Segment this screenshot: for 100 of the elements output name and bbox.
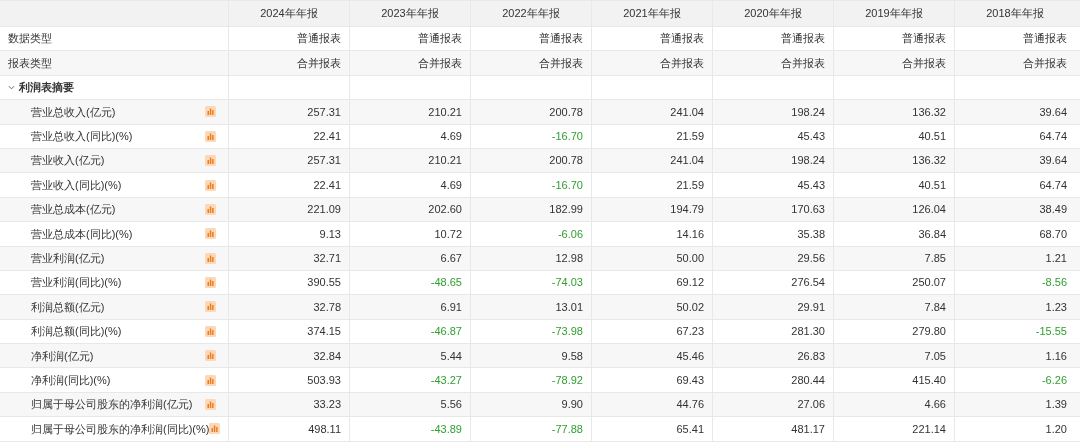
table-cell-text: -15.55: [1035, 324, 1067, 340]
table-cell-text: 374.15: [307, 324, 341, 340]
table-cell-text: 7.85: [924, 250, 946, 266]
table-cell-text: 202.60: [428, 202, 462, 218]
table-cell-text: 36.84: [918, 226, 946, 242]
bar-chart-icon[interactable]: [205, 350, 216, 362]
table-cell-text: 1.20: [1045, 421, 1067, 437]
table-cell-text: 136.32: [912, 153, 946, 169]
row-label: 营业收入(亿元): [31, 153, 105, 169]
chevron-icon: [8, 83, 15, 91]
table-cell-text: 198.24: [791, 153, 825, 169]
table-cell-text: 普通报表: [660, 31, 704, 47]
table-cell-text: 合并报表: [781, 55, 825, 71]
bar-chart-icon[interactable]: [205, 399, 216, 411]
column-header: 2023年年报: [381, 6, 439, 22]
table-cell-text: 257.31: [307, 104, 341, 120]
table-cell-text: -77.88: [551, 421, 583, 437]
table-cell-text: 普通报表: [902, 31, 946, 47]
table-cell-text: 68.70: [1039, 226, 1067, 242]
bar-chart-icon[interactable]: [205, 301, 216, 313]
bar-chart-icon[interactable]: [205, 106, 216, 118]
table-cell-text: 221.14: [912, 421, 946, 437]
table-cell-text: 182.99: [549, 202, 583, 218]
table-cell-text: -46.87: [430, 324, 462, 340]
table-cell-text: 170.63: [791, 202, 825, 218]
table-cell-text: 普通报表: [418, 31, 462, 47]
table-cell-text: 29.56: [797, 250, 825, 266]
table-cell-text: -6.06: [557, 226, 583, 242]
table-cell-text: 69.43: [676, 372, 704, 388]
table-cell-text: 210.21: [428, 104, 462, 120]
table-cell-text: 1.16: [1045, 348, 1067, 364]
table-cell-text: 210.21: [428, 153, 462, 169]
row-label: 利润总额(同比)(%): [31, 324, 122, 340]
row-label: 营业利润(亿元): [31, 250, 105, 266]
table-cell-text: -73.98: [551, 324, 583, 340]
table-cell-text: 合并报表: [539, 55, 583, 71]
table-cell-text: 5.44: [440, 348, 462, 364]
bar-chart-icon[interactable]: [205, 277, 216, 289]
table-cell-text: 136.32: [912, 104, 946, 120]
bar-chart-icon[interactable]: [205, 179, 216, 191]
row-label: 营业利润(同比)(%): [31, 275, 122, 291]
table-cell-text: 26.83: [797, 348, 825, 364]
table-cell-text: 50.00: [676, 250, 704, 266]
table-cell-text: -43.27: [430, 372, 462, 388]
table-cell-text: 21.59: [676, 177, 704, 193]
table-cell-text: 241.04: [670, 104, 704, 120]
bar-chart-icon[interactable]: [205, 252, 216, 264]
table-cell-text: 32.71: [313, 250, 341, 266]
column-header: 2018年年报: [986, 6, 1044, 22]
bar-chart-icon[interactable]: [205, 325, 216, 337]
table-cell-text: 35.38: [797, 226, 825, 242]
table-cell-text: 64.74: [1039, 129, 1067, 144]
row-label: 数据类型: [8, 31, 52, 47]
table-cell-text: 67.23: [676, 324, 704, 340]
bar-chart-icon[interactable]: [205, 130, 216, 142]
table-cell-text: 194.79: [670, 202, 704, 218]
table-cell-text: 合并报表: [297, 55, 341, 71]
table-cell-text: -48.65: [430, 275, 462, 291]
table-cell-text: 9.13: [319, 226, 341, 242]
table-cell-text: 481.17: [791, 421, 825, 437]
bar-chart-icon[interactable]: [205, 228, 216, 240]
table-cell-text: 合并报表: [418, 55, 462, 71]
table-cell-text: 29.91: [797, 299, 825, 315]
table-cell-text: -78.92: [551, 372, 583, 388]
table-cell-text: -16.70: [551, 177, 583, 193]
bar-chart-icon[interactable]: [205, 203, 216, 215]
section-toggle[interactable]: 利润表摘要: [0, 75, 228, 100]
table-cell-text: 普通报表: [781, 31, 825, 47]
table-cell-text: 250.07: [912, 275, 946, 291]
column-header: 2024年年报: [260, 6, 318, 22]
table-cell-text: -74.03: [551, 275, 583, 291]
bar-chart-icon[interactable]: [205, 374, 216, 386]
table-cell-text: 45.46: [676, 348, 704, 364]
row-label: 营业收入(同比)(%): [31, 177, 122, 193]
section-title: 利润表摘要: [19, 80, 74, 96]
table-cell-text: 126.04: [912, 202, 946, 218]
table-cell-text: 普通报表: [1023, 31, 1067, 47]
table-cell-text: 4.66: [924, 397, 946, 413]
table-cell-text: -16.70: [551, 129, 583, 144]
table-cell-text: 40.51: [918, 129, 946, 144]
row-label: 营业总成本(亿元): [31, 202, 116, 218]
table-cell-text: 198.24: [791, 104, 825, 120]
table-cell-text: 7.84: [924, 299, 946, 315]
table-cell-text: 64.74: [1039, 177, 1067, 193]
table-cell-text: 6.67: [440, 250, 462, 266]
table-cell-text: 9.58: [561, 348, 583, 364]
table-cell-text: 279.80: [912, 324, 946, 340]
table-cell-text: 1.23: [1045, 299, 1067, 315]
bar-chart-icon[interactable]: [205, 155, 216, 167]
table-cell-text: 5.56: [440, 397, 462, 413]
row-label: 归属于母公司股东的净利润(亿元): [31, 397, 193, 413]
row-label: 净利润(亿元): [31, 348, 94, 364]
bar-chart-icon[interactable]: [209, 423, 221, 435]
table-cell-text: 281.30: [791, 324, 825, 340]
table-cell-text: 221.09: [307, 202, 341, 218]
table-cell-text: 27.06: [797, 397, 825, 413]
table-cell-text: 13.01: [555, 299, 583, 315]
table-cell-text: -43.89: [430, 421, 462, 437]
table-cell-text: 12.98: [555, 250, 583, 266]
table-cell-text: 4.69: [440, 177, 462, 193]
